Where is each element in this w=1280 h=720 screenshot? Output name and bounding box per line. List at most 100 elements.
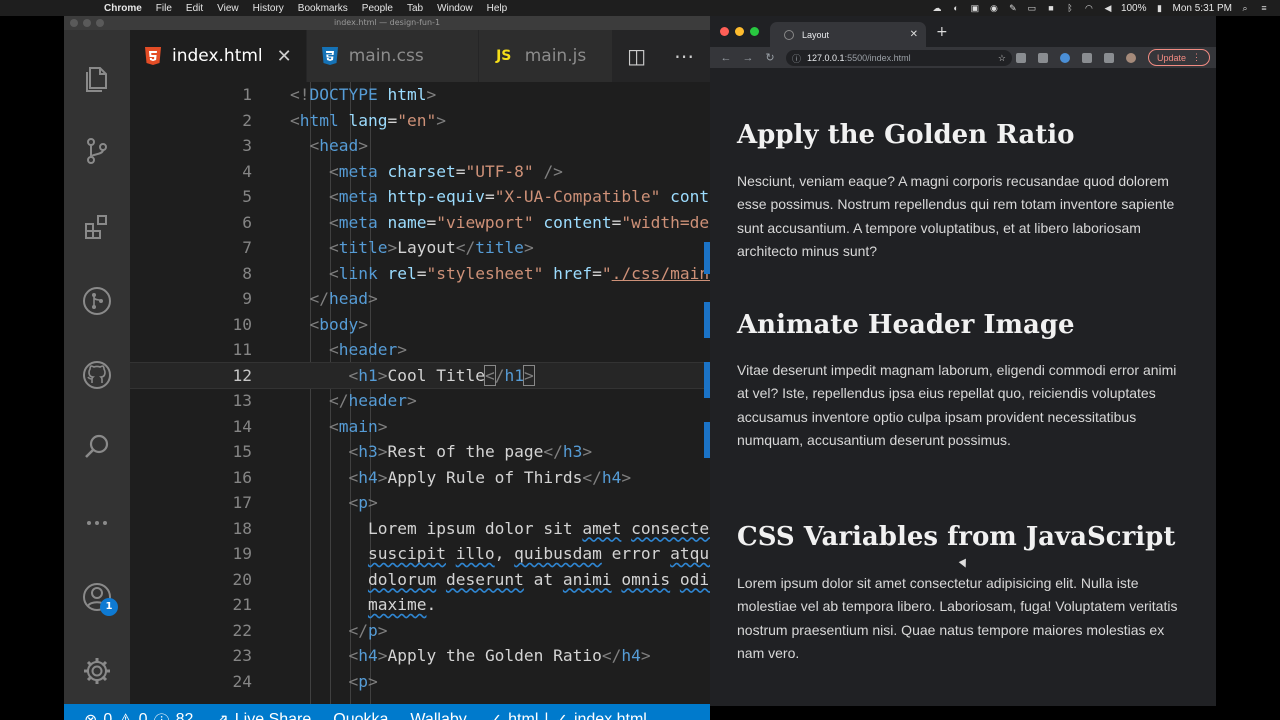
code-text: <h1>Cool Title</h1> — [348, 364, 535, 386]
close-window-button[interactable] — [70, 19, 78, 27]
line-number: 20 — [232, 569, 253, 589]
code-line[interactable]: 9 </head> — [130, 286, 710, 312]
code-line[interactable]: 16 <h4>Apply Rule of Thirds</h4> — [130, 465, 710, 491]
code-line[interactable]: 4 <meta charset="UTF-8" /> — [130, 159, 710, 185]
gitlens-icon[interactable] — [80, 284, 114, 318]
menu-clock[interactable]: Mon 5:31 PM — [1173, 3, 1232, 14]
code-line[interactable]: 12 <h1>Cool Title</h1> — [130, 361, 710, 389]
accounts-icon[interactable]: 1 — [80, 580, 118, 616]
menu-file[interactable]: File — [156, 3, 172, 14]
extension-icon[interactable] — [1016, 53, 1026, 63]
code-line[interactable]: 6 <meta name="viewport" content="width=d… — [130, 210, 710, 236]
close-tab-icon[interactable]: ✕ — [910, 29, 918, 40]
status-app-icon[interactable]: ◉ — [988, 3, 1000, 13]
code-line[interactable]: 24 <p> — [130, 669, 710, 695]
line-number: 3 — [242, 136, 252, 155]
menu-history[interactable]: History — [253, 3, 284, 14]
more-icon[interactable] — [80, 506, 114, 540]
tab-label: index.html — [172, 46, 263, 66]
split-editor-icon[interactable]: ◫ — [627, 44, 646, 68]
notification-center-icon[interactable]: ≡ — [1258, 3, 1270, 13]
code-line[interactable]: 5 <meta http-equiv="X-UA-Compatible" con… — [130, 184, 710, 210]
tab-index-html[interactable]: index.html ✕ — [130, 30, 307, 82]
menu-people[interactable]: People — [362, 3, 393, 14]
more-actions-icon[interactable]: ⋯ — [674, 44, 694, 68]
code-line[interactable]: 20 dolorum deserunt at animi omnis odit … — [130, 567, 711, 593]
volume-icon[interactable]: ◀ — [1102, 3, 1114, 13]
battery-percent[interactable]: 100% — [1121, 3, 1147, 14]
code-line[interactable]: 18 Lorem ipsum dolor sit amet consectetu… — [130, 516, 711, 542]
language-status[interactable]: ✓html|✓index.html — [489, 710, 647, 720]
forward-icon[interactable]: → — [742, 52, 754, 64]
menu-edit[interactable]: Edit — [186, 3, 203, 14]
browser-tab[interactable]: Layout ✕ — [770, 22, 926, 47]
update-button[interactable]: Update ⋮ — [1147, 49, 1210, 66]
source-control-icon[interactable] — [80, 134, 114, 168]
back-icon[interactable]: ← — [720, 52, 732, 64]
status-app-icon[interactable]: ▭ — [1026, 3, 1038, 13]
puzzle-extensions-icon[interactable] — [1082, 53, 1092, 63]
code-line[interactable]: 23 <h4>Apply the Golden Ratio</h4> — [130, 643, 710, 669]
status-app-icon[interactable]: ◐ — [950, 3, 962, 13]
status-app-icon[interactable]: ✎ — [1007, 3, 1019, 13]
wifi-icon[interactable]: ◠ — [1083, 3, 1095, 13]
new-tab-icon[interactable]: + — [936, 24, 948, 40]
minimize-window-button[interactable] — [735, 27, 744, 36]
bluetooth-icon[interactable]: ᛒ — [1064, 3, 1076, 13]
quokka-button[interactable]: Quokka — [333, 711, 388, 720]
extension-icon[interactable] — [1038, 53, 1048, 63]
code-line[interactable]: 19 suscipit illo, quibusdam error atque … — [130, 541, 711, 567]
extension-icon[interactable] — [1060, 53, 1070, 63]
zoom-window-button[interactable] — [96, 19, 104, 27]
section-heading: CSS Variables from JavaScript — [737, 522, 1176, 552]
menu-bookmarks[interactable]: Bookmarks — [298, 3, 348, 14]
code-line[interactable]: 21 maxime. — [130, 592, 710, 618]
menu-view[interactable]: View — [217, 3, 239, 14]
tab-main-css[interactable]: main.css — [306, 30, 479, 82]
close-tab-icon[interactable]: ✕ — [277, 46, 292, 67]
files-icon[interactable] — [80, 62, 114, 96]
status-app-icon[interactable]: ■ — [1045, 3, 1057, 13]
address-bar[interactable]: ⓘ 127.0.0.1:5500/index.html ☆ — [786, 50, 1012, 66]
zoom-window-button[interactable] — [750, 27, 759, 36]
code-line[interactable]: 7 <title>Layout</title> — [130, 235, 710, 261]
menu-tab[interactable]: Tab — [407, 3, 423, 14]
code-line[interactable]: 10 <body> — [130, 312, 710, 338]
code-line[interactable]: 14 <main> — [130, 414, 710, 440]
tab-main-js[interactable]: JS main.js — [478, 30, 613, 82]
code-line[interactable]: 3 <head> — [130, 133, 710, 159]
problems-indicator[interactable]: ⊗ 0 ⚠ 0 ⓘ 82 — [84, 708, 193, 720]
window-controls — [70, 19, 104, 27]
profile-avatar[interactable] — [1126, 53, 1136, 63]
code-text: </p> — [348, 620, 388, 640]
menu-window[interactable]: Window — [437, 3, 473, 14]
section-body: Lorem ipsum dolor sit amet consectetur a… — [737, 575, 1178, 661]
menu-help[interactable]: Help — [487, 3, 508, 14]
code-line[interactable]: 13 </header> — [130, 388, 710, 414]
github-icon[interactable] — [80, 358, 114, 392]
battery-icon[interactable]: ▮ — [1154, 3, 1166, 13]
minimize-window-button[interactable] — [83, 19, 91, 27]
status-app-icon[interactable]: ☁ — [931, 3, 943, 13]
code-line[interactable]: 11 <header> — [130, 337, 710, 363]
search-icon[interactable] — [80, 430, 114, 464]
code-line[interactable]: 2 <html lang="en"> — [130, 108, 710, 134]
code-line[interactable]: 15 <h3>Rest of the page</h3> — [130, 439, 710, 465]
site-info-icon[interactable]: ⓘ — [792, 52, 801, 65]
spotlight-search-icon[interactable]: ⌕ — [1239, 3, 1251, 13]
code-line[interactable]: 17 <p> — [130, 490, 710, 516]
playlist-icon[interactable] — [1104, 53, 1114, 63]
close-window-button[interactable] — [720, 27, 729, 36]
live-share-button[interactable]: ⇗ Live Share — [215, 710, 311, 720]
settings-gear-icon[interactable] — [80, 654, 114, 688]
code-line[interactable]: 1 <!DOCTYPE html> — [130, 82, 710, 108]
wallaby-button[interactable]: Wallaby — [410, 711, 466, 720]
code-line[interactable]: 8 <link rel="stylesheet" href="./css/mai… — [130, 261, 710, 287]
status-app-icon[interactable]: ▣ — [969, 3, 981, 13]
extensions-icon[interactable] — [80, 210, 114, 244]
code-editor[interactable]: 1 <!DOCTYPE html> 2 <html lang="en"> 3 <head… — [130, 82, 710, 704]
code-text: </head> — [309, 289, 378, 308]
reload-icon[interactable]: ↻ — [764, 51, 776, 64]
menu-app-name[interactable]: Chrome — [104, 3, 142, 14]
code-line[interactable]: 22 </p> — [130, 618, 710, 644]
